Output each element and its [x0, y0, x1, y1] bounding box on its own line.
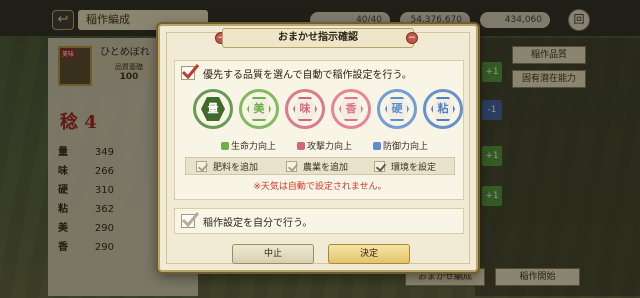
cancel-button[interactable]: 中止	[232, 244, 314, 264]
effect-item: 防御力向上	[373, 139, 428, 152]
effect-item: 生命力向上	[221, 139, 276, 152]
effect-dot	[373, 142, 381, 150]
quality-stickiness-button[interactable]: 粘	[423, 89, 463, 129]
mini-checkbox	[374, 161, 385, 172]
weather-note: ※天気は自動で設定されません。	[253, 182, 387, 192]
confirm-button[interactable]: 決定	[328, 244, 410, 264]
sub-options-row: 肥料を追加 農業を追加 環境を設定	[185, 157, 455, 175]
add-pesticide-toggle[interactable]: 農業を追加	[286, 160, 348, 173]
sub-option-label: 環境を設定	[391, 163, 437, 173]
manual-setting-checkbox[interactable]	[181, 212, 200, 228]
effect-dot	[221, 142, 229, 150]
checkmark-icon	[181, 212, 200, 228]
add-fertilizer-toggle[interactable]: 肥料を追加	[196, 160, 258, 173]
auto-setting-checkbox[interactable]	[181, 64, 200, 80]
auto-setting-label: 優先する品質を選んで自動で稲作設定を行う。	[203, 70, 412, 81]
title-cap-right-icon: −	[406, 32, 418, 44]
dialog-title: おまかせ指示確認	[222, 28, 414, 48]
mini-checkbox	[196, 161, 207, 172]
auto-instruction-dialog: − おまかせ指示確認 − 優先する品質を選んで自動で稲作設定を行う。 量 美 味…	[158, 24, 478, 272]
quality-beauty-button[interactable]: 美	[239, 89, 279, 129]
effect-legend: 生命力向上 攻撃力向上 防御力向上	[221, 139, 451, 153]
effect-label: 攻撃力向上	[307, 142, 353, 152]
effect-item: 攻撃力向上	[297, 139, 352, 152]
effect-dot	[297, 142, 305, 150]
quality-aroma-button[interactable]: 香	[331, 89, 371, 129]
effect-label: 生命力向上	[231, 142, 277, 152]
sub-option-label: 農業を追加	[303, 163, 349, 173]
quality-volume-button[interactable]: 量	[193, 89, 233, 129]
manual-setting-option[interactable]: 稲作設定を自分で行う。	[174, 208, 464, 234]
auto-setting-option[interactable]: 優先する品質を選んで自動で稲作設定を行う。 量 美 味 香 硬 粘 生命力向上	[174, 60, 464, 200]
checkmark-icon	[181, 64, 200, 80]
quality-taste-button[interactable]: 味	[285, 89, 325, 129]
manual-setting-label: 稲作設定を自分で行う。	[203, 218, 313, 229]
mini-checkbox	[286, 161, 297, 172]
quality-hardness-button[interactable]: 硬	[377, 89, 417, 129]
effect-label: 防御力向上	[383, 142, 429, 152]
set-environment-toggle[interactable]: 環境を設定	[374, 160, 436, 173]
sub-option-label: 肥料を追加	[213, 163, 259, 173]
quality-selector: 量 美 味 香 硬 粘	[187, 89, 463, 133]
